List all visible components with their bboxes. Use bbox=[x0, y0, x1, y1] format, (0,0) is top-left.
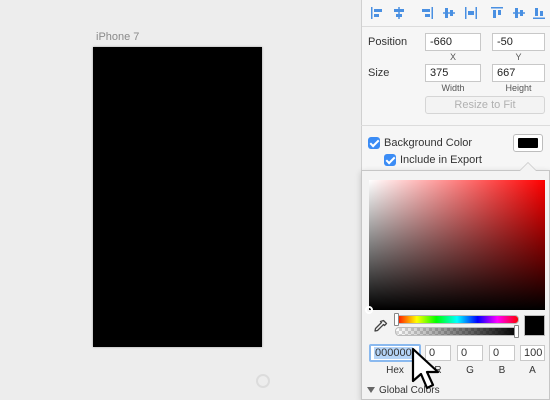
alpha-label: A bbox=[529, 365, 536, 376]
position-y-label: Y bbox=[515, 52, 522, 62]
background-color-checkbox[interactable] bbox=[368, 137, 380, 149]
distribute-horizontal-icon[interactable] bbox=[440, 4, 458, 22]
eyedropper-icon[interactable] bbox=[371, 318, 389, 336]
section-divider bbox=[361, 125, 550, 126]
height-field[interactable]: 667 bbox=[492, 64, 545, 82]
artboard-label[interactable]: iPhone 7 bbox=[96, 31, 139, 43]
artboard[interactable] bbox=[93, 47, 262, 347]
saturation-brightness-handle[interactable] bbox=[365, 306, 373, 314]
green-label: G bbox=[466, 365, 474, 376]
hue-slider[interactable] bbox=[395, 315, 519, 324]
position-x-field[interactable]: -660 bbox=[425, 33, 481, 51]
include-in-export-label: Include in Export bbox=[400, 154, 482, 166]
background-color-swatch[interactable] bbox=[513, 134, 543, 152]
canvas-status-icon bbox=[256, 374, 270, 388]
height-label: Height bbox=[505, 83, 532, 93]
align-horizontal-center-icon[interactable] bbox=[390, 4, 408, 22]
align-vertical-center-icon[interactable] bbox=[510, 4, 528, 22]
position-y-field[interactable]: -50 bbox=[492, 33, 545, 51]
green-input[interactable]: 0 bbox=[457, 345, 483, 361]
alpha-slider[interactable] bbox=[395, 327, 519, 336]
size-label: Size bbox=[368, 67, 390, 79]
background-color-swatch-fill bbox=[518, 138, 538, 148]
width-label: Width bbox=[441, 83, 465, 93]
alpha-input[interactable]: 100 bbox=[520, 345, 545, 361]
alignment-toolbar bbox=[362, 0, 550, 27]
hue-slider-handle[interactable] bbox=[394, 313, 399, 326]
hex-value: 000000 bbox=[374, 347, 413, 359]
disclosure-triangle-icon bbox=[367, 387, 375, 394]
position-label: Position bbox=[368, 36, 408, 48]
align-right-icon[interactable] bbox=[418, 4, 436, 22]
align-left-icon[interactable] bbox=[368, 4, 386, 22]
align-right-edge-icon[interactable] bbox=[462, 4, 480, 22]
saturation-brightness-field[interactable] bbox=[369, 180, 545, 310]
background-color-label: Background Color bbox=[384, 137, 473, 149]
popover-arrow-inner bbox=[520, 163, 536, 171]
position-x-label: X bbox=[449, 52, 456, 62]
color-preview-swatch bbox=[524, 315, 545, 336]
align-top-icon[interactable] bbox=[488, 4, 506, 22]
blue-label: B bbox=[498, 365, 506, 376]
width-field[interactable]: 375 bbox=[425, 64, 481, 82]
alpha-slider-handle[interactable] bbox=[514, 325, 519, 338]
canvas[interactable]: iPhone 7 bbox=[0, 0, 361, 400]
resize-to-fit-button[interactable]: Resize to Fit bbox=[425, 96, 545, 114]
mouse-pointer-icon bbox=[410, 347, 444, 393]
align-bottom-icon[interactable] bbox=[530, 4, 548, 22]
blue-input[interactable]: 0 bbox=[489, 345, 515, 361]
include-in-export-checkbox[interactable] bbox=[384, 154, 396, 166]
